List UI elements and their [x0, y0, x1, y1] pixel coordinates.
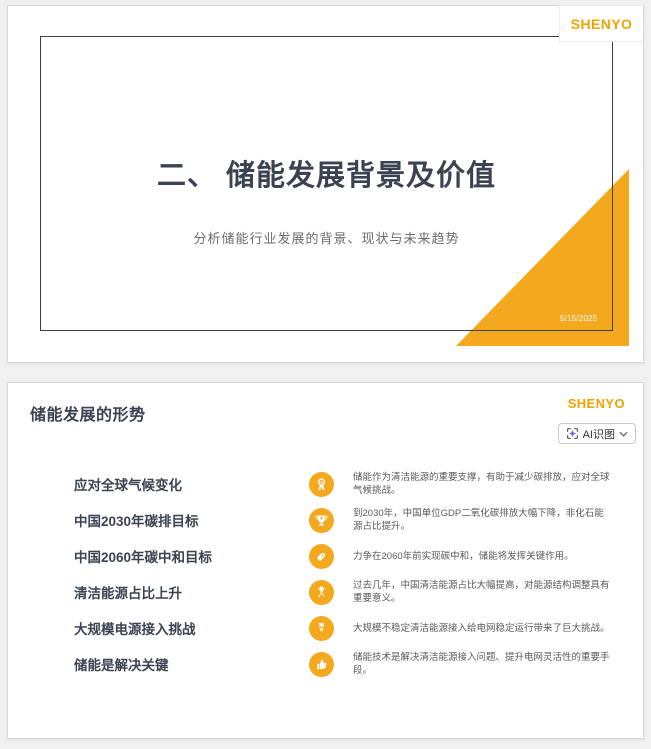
medal-icon [309, 615, 334, 641]
crossed-flags-icon [309, 579, 334, 605]
corner-accent-triangle [456, 169, 629, 346]
row-label: 储能是解决关键 [74, 658, 169, 673]
list-item: 应对全球气候变化 储能作为清洁能源的重要支撑，有助于减少碳排放，应对全球气候挑战… [74, 469, 634, 499]
slide2-title: 储能发展的形势 [30, 407, 146, 424]
logo-placeholder: SHENYO [559, 5, 643, 42]
chevron-down-icon [619, 428, 628, 440]
slide1-date: 5/15/2025 [560, 314, 598, 323]
list-item: 大规模电源接入挑战 大规模不稳定清洁能源接入给电网稳定运行带来了巨大挑战。 [74, 613, 634, 643]
row-label: 中国2060年碳中和目标 [74, 550, 213, 565]
slide-2-thumbnail[interactable]: 储能发展的形势 SHENYO AI识图 应对全球气候变化 储能作为清洁能源的重要… [7, 382, 644, 739]
trophy-icon [309, 507, 334, 533]
award-rosette-icon [309, 471, 334, 497]
row-description: 储能技术是解决清洁能源接入问题、提升电网灵活性的重要手段。 [353, 652, 610, 676]
list-item: 储能是解决关键 储能技术是解决清洁能源接入问题、提升电网灵活性的重要手段。 [74, 649, 634, 679]
row-label: 中国2030年碳排目标 [74, 514, 199, 529]
list-item: 中国2030年碳排目标 到2030年，中国单位GDP二氧化碳排放大幅下降，非化石… [74, 505, 634, 535]
row-description: 储能作为清洁能源的重要支撑，有助于减少碳排放，应对全球气候挑战。 [353, 472, 610, 496]
thumbs-up-icon [309, 651, 334, 677]
slide1-title: 二、 储能发展背景及价值 [156, 160, 497, 192]
row-description: 过去几年，中国清洁能源占比大幅提高，对能源结构调整具有重要意义。 [353, 580, 610, 604]
row-description: 到2030年，中国单位GDP二氧化碳排放大幅下降，非化石能源占比提升。 [353, 508, 604, 532]
brand-logo: SHENYO [567, 396, 625, 411]
list-item: 清洁能源占比上升 过去几年，中国清洁能源占比大幅提高，对能源结构调整具有重要意义… [74, 577, 634, 607]
row-label: 大规模电源接入挑战 [74, 622, 196, 637]
logo-placeholder: SHENYO [568, 395, 625, 413]
ai-recognize-button[interactable]: AI识图 [557, 423, 636, 444]
brand-logo: SHENYO [570, 15, 633, 32]
ai-button-label: AI识图 [582, 428, 615, 441]
list-item: 中国2060年碳中和目标 力争在2060年前实现碳中和，储能将发挥关键作用。 [74, 541, 634, 571]
row-description: 力争在2060年前实现碳中和，储能将发挥关键作用。 [353, 550, 574, 562]
slide1-subtitle: 分析储能行业发展的背景、现状与未来趋势 [193, 231, 460, 246]
row-description: 大规模不稳定清洁能源接入给电网稳定运行带来了巨大挑战。 [353, 622, 610, 634]
slide-1-thumbnail[interactable]: SHENYO 二、 储能发展背景及价值 分析储能行业发展的背景、现状与未来趋势 … [7, 5, 644, 363]
tag-icon [309, 543, 334, 569]
row-label: 清洁能源占比上升 [74, 586, 182, 601]
row-label: 应对全球气候变化 [74, 478, 182, 493]
sparkle-scan-icon [566, 427, 579, 440]
